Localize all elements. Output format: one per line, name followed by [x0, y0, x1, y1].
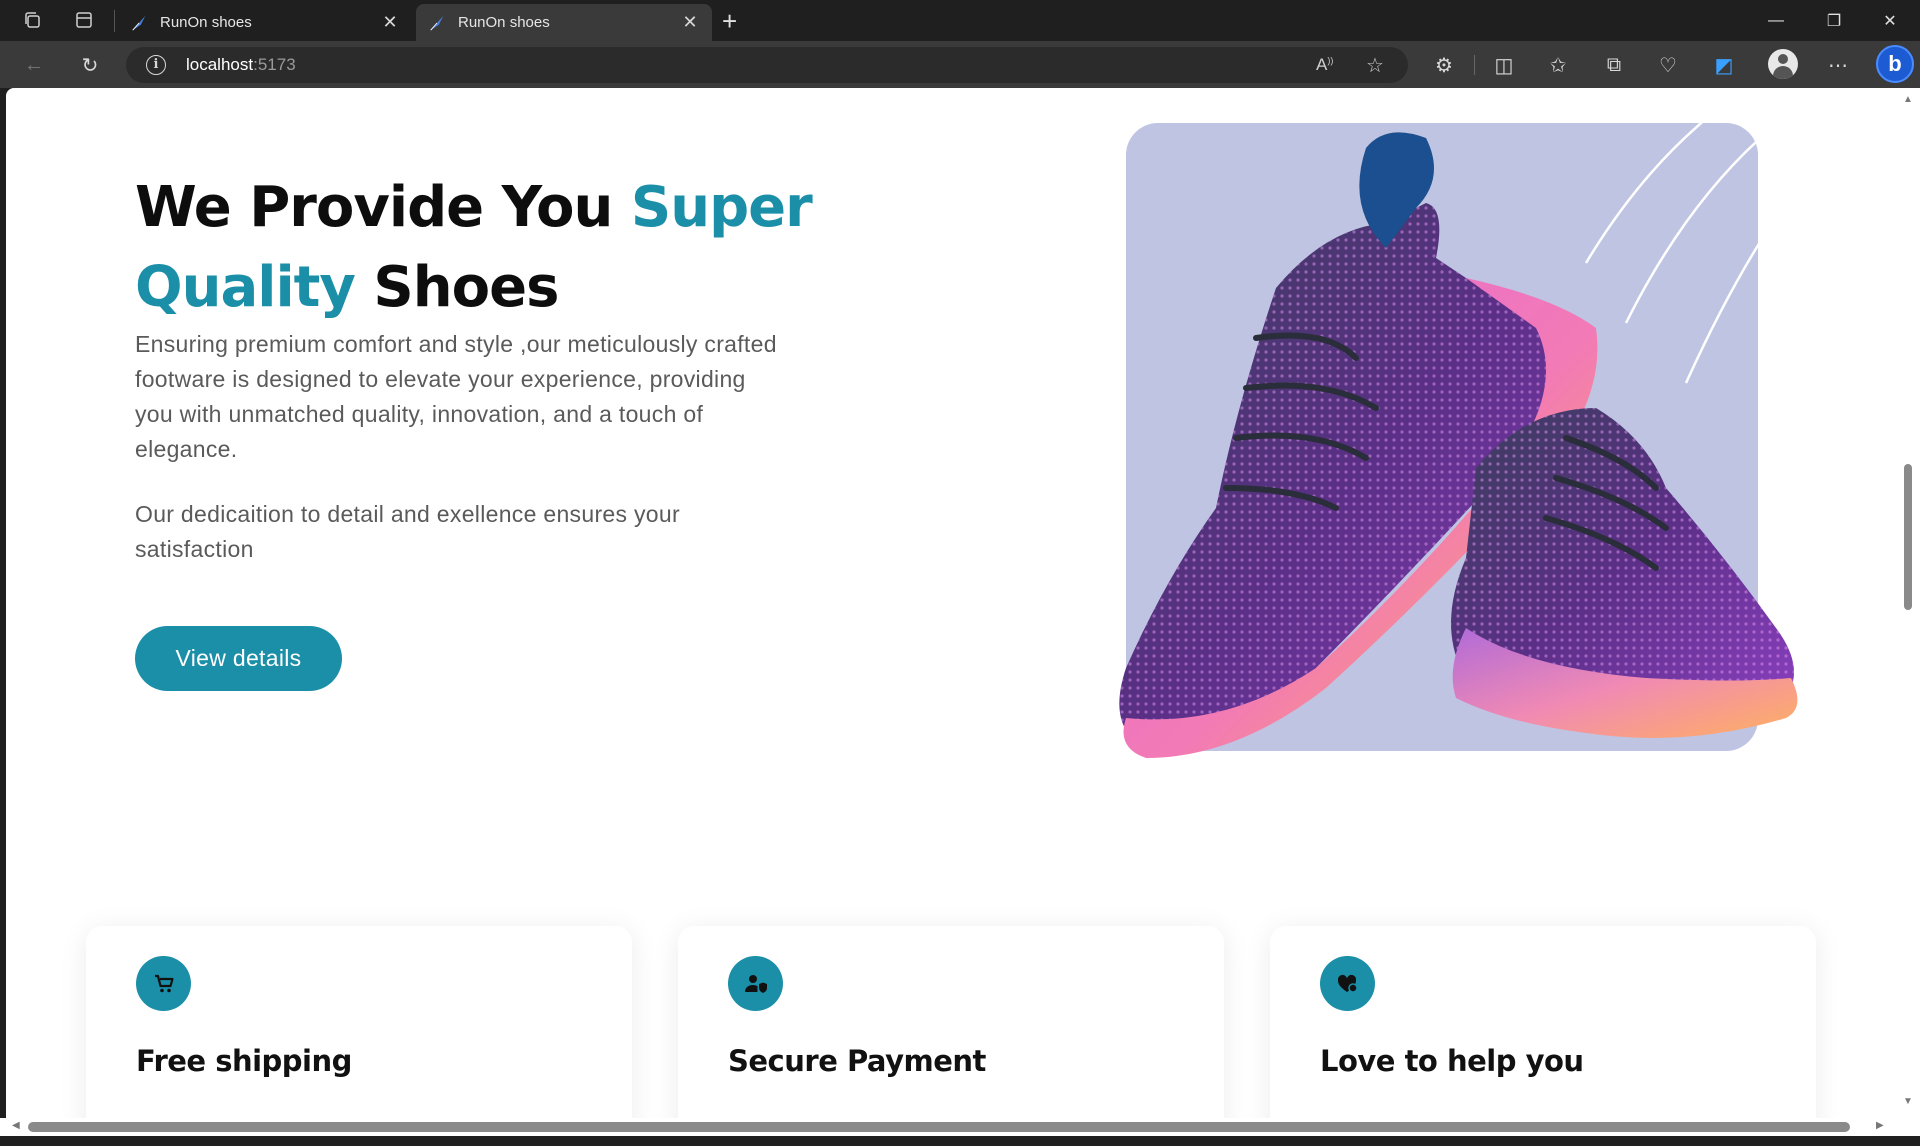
- minimize-icon[interactable]: —: [1748, 0, 1804, 41]
- hero-title-part2: Shoes: [354, 255, 559, 320]
- more-menu-icon[interactable]: ⋯: [1824, 51, 1852, 79]
- tab-title: RunOn shoes: [458, 14, 550, 31]
- horizontal-scrollbar[interactable]: ◀ ▶: [0, 1118, 1898, 1136]
- extensions-icon[interactable]: ⚙: [1430, 51, 1458, 79]
- horizontal-scroll-thumb[interactable]: [28, 1122, 1850, 1132]
- tab-title: RunOn shoes: [160, 14, 252, 31]
- browser-toolbar: ← ↻ i localhost:5173 A)) ☆ ⚙ ◫ ✩ ⧉ ♡ ◩ ⋯…: [0, 41, 1920, 88]
- favorites-icon[interactable]: ✩: [1544, 51, 1572, 79]
- close-window-icon[interactable]: ✕: [1862, 0, 1918, 41]
- feature-card-secure-payment: Secure Payment: [678, 926, 1224, 1118]
- feather-favicon-icon: [430, 15, 444, 30]
- feature-title: Free shipping: [136, 1044, 352, 1078]
- browser-tab-bar: RunOn shoes ✕ RunOn shoes ✕ + — ❐ ✕: [0, 0, 1920, 41]
- tab-close-icon[interactable]: ✕: [380, 12, 400, 33]
- profile-avatar[interactable]: [1768, 49, 1798, 79]
- copilot-icon[interactable]: b: [1876, 45, 1914, 83]
- edge-drop-icon[interactable]: ◩: [1710, 51, 1738, 79]
- tab-actions-icon[interactable]: [72, 8, 96, 32]
- tab-close-icon[interactable]: ✕: [680, 12, 700, 33]
- site-info-icon[interactable]: i: [146, 55, 166, 75]
- scroll-up-arrow-icon[interactable]: ▲: [1903, 94, 1913, 105]
- toolbar-separator: [1474, 55, 1475, 75]
- new-tab-icon[interactable]: +: [722, 6, 737, 37]
- hero-paragraph-2: Our dedicaition to detail and exellence …: [135, 501, 680, 562]
- view-details-button[interactable]: View details: [135, 626, 342, 691]
- window-bottom-edge: [0, 1136, 1920, 1146]
- address-bar[interactable]: i localhost:5173 A)) ☆: [126, 47, 1408, 83]
- feature-card-free-shipping: Free shipping: [86, 926, 632, 1118]
- tab-separator: [114, 10, 115, 32]
- collections-icon[interactable]: ⧉: [1600, 51, 1628, 79]
- page-viewport: We Provide You Super Quality Shoes Ensuri…: [6, 88, 1898, 1118]
- url-port: :5173: [253, 55, 296, 74]
- feature-title: Secure Payment: [728, 1044, 986, 1078]
- cart-icon: [136, 956, 191, 1011]
- browser-essentials-icon[interactable]: ♡: [1654, 51, 1682, 79]
- back-icon[interactable]: ←: [20, 51, 48, 79]
- hero-title-accent1: Super: [630, 175, 813, 240]
- hero-title-accent2: Quality: [135, 255, 356, 320]
- split-screen-icon[interactable]: ◫: [1490, 51, 1518, 79]
- feature-card-love-to-help: Love to help you: [1270, 926, 1816, 1118]
- url-host: localhost: [186, 55, 254, 74]
- hero-title: We Provide You Super Quality Shoes: [135, 168, 835, 328]
- refresh-icon[interactable]: ↻: [76, 51, 104, 79]
- heart-hand-icon: [1320, 956, 1375, 1011]
- favorite-star-icon[interactable]: ☆: [1366, 53, 1384, 78]
- scroll-left-arrow-icon[interactable]: ◀: [12, 1120, 20, 1131]
- tab-runon-shoes-2[interactable]: RunOn shoes ✕: [416, 4, 712, 41]
- workspaces-icon[interactable]: [20, 8, 44, 32]
- read-aloud-icon[interactable]: A)): [1316, 55, 1333, 75]
- vertical-scrollbar[interactable]: ▲ ▼: [1898, 88, 1920, 1146]
- sneakers-image: [1119, 132, 1798, 758]
- scroll-down-arrow-icon[interactable]: ▼: [1903, 1096, 1913, 1107]
- feather-favicon-icon: [132, 15, 146, 30]
- user-shield-icon: [728, 956, 783, 1011]
- vertical-scroll-thumb[interactable]: [1904, 464, 1912, 610]
- tab-runon-shoes-1[interactable]: RunOn shoes ✕: [118, 4, 412, 41]
- feature-title: Love to help you: [1320, 1044, 1584, 1078]
- url-text[interactable]: localhost:5173: [186, 55, 296, 75]
- hero-paragraph-1: Ensuring premium comfort and style ,our …: [135, 331, 777, 462]
- hero-title-part1: We Provide You: [135, 175, 631, 240]
- scroll-right-arrow-icon[interactable]: ▶: [1876, 1120, 1884, 1131]
- restore-icon[interactable]: ❐: [1806, 0, 1862, 41]
